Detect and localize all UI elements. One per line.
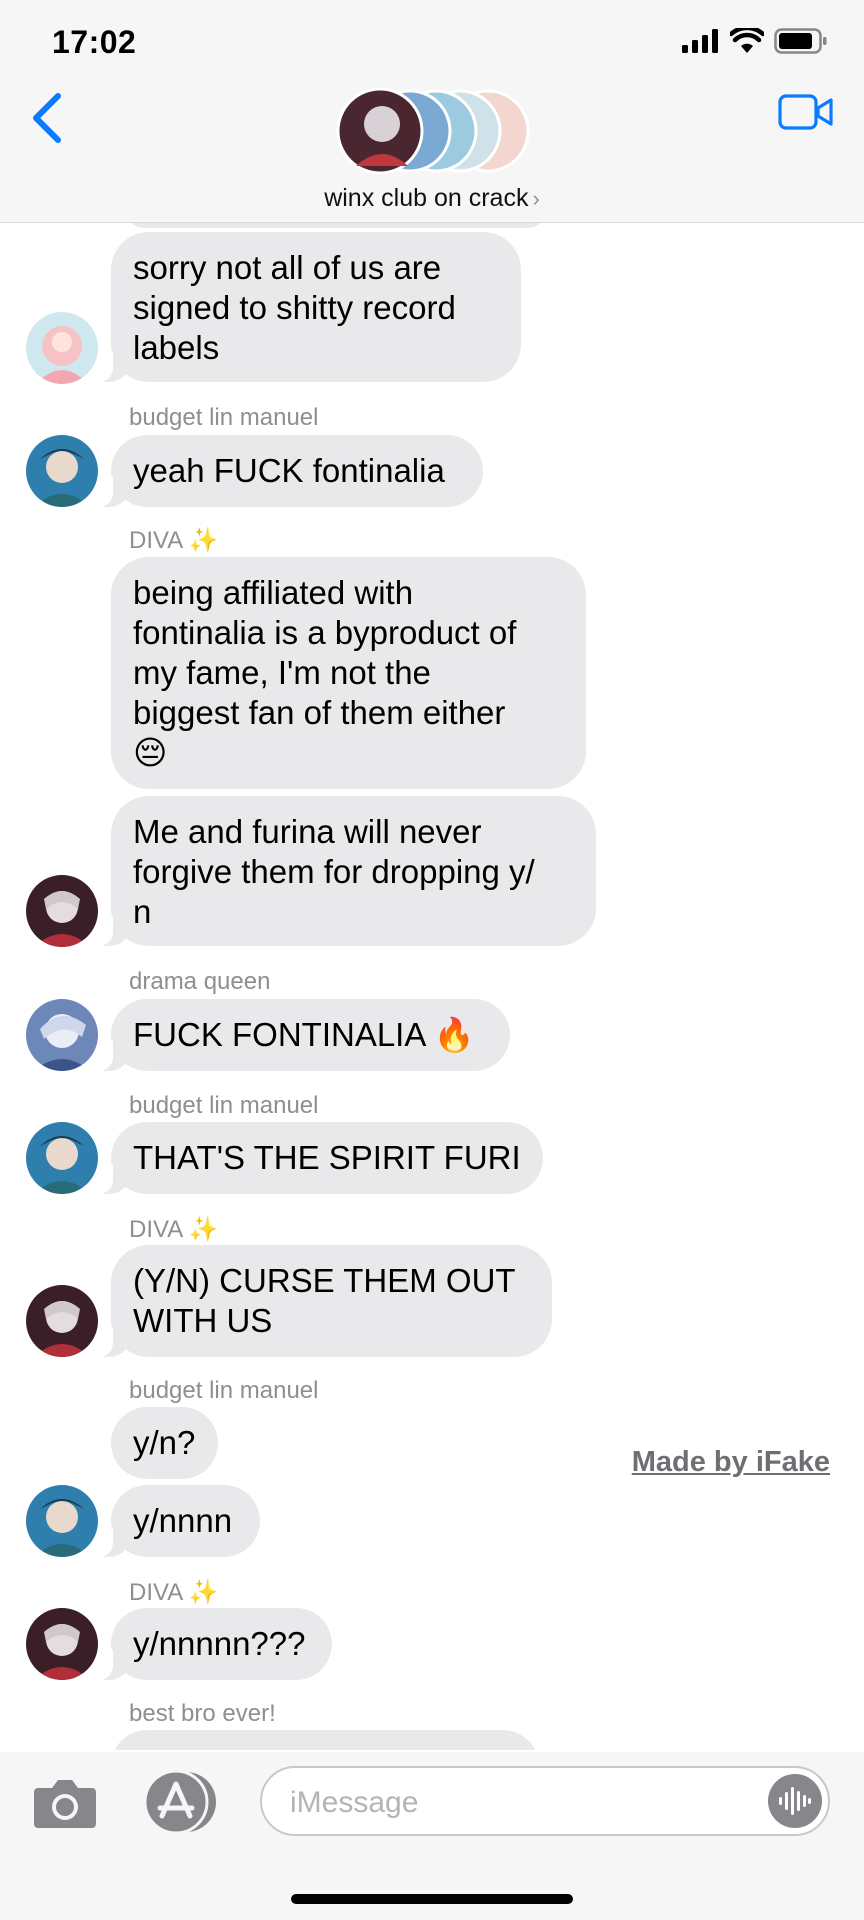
message-text: sorry not all of us are signed to shitty… (133, 249, 456, 366)
back-chevron-icon[interactable] (24, 88, 74, 148)
group-name-label: winx club on crack (324, 184, 529, 212)
sender-avatar[interactable] (26, 999, 98, 1071)
sender-name: DIVA ✨ (129, 1216, 219, 1243)
cellular-signal-icon (682, 29, 718, 53)
message-bubble[interactable]: Me and furina will never forgive them fo… (97, 796, 596, 946)
sender-avatar[interactable] (26, 312, 98, 384)
message-bubble[interactable]: y/nnnn (97, 1485, 260, 1557)
sender-avatar[interactable] (26, 1285, 98, 1357)
sender-name: budget lin manuel (129, 404, 319, 431)
sender-name: best bro ever! (129, 1700, 276, 1727)
video-camera-icon[interactable] (778, 92, 834, 132)
sender-avatar[interactable] (26, 875, 98, 947)
message-text: y/nnnnn??? (133, 1625, 306, 1662)
message-text: being affiliated with fontinalia is a by… (133, 574, 517, 771)
message-bubble[interactable]: (Y/N) CURSE THEM OUT WITH US (97, 1245, 552, 1357)
message-list[interactable]: sorry not all of us are signed to shitty… (0, 222, 864, 1750)
group-name[interactable]: winx club on crack › (0, 184, 864, 213)
message-text: yeah FUCK fontinalia (133, 452, 445, 489)
message-text: Me and furina will never forgive them fo… (133, 813, 535, 930)
message-bubble[interactable]: THAT'S THE SPIRIT FURI (97, 1122, 543, 1194)
sender-avatar[interactable] (26, 435, 98, 507)
watermark: Made by iFake (631, 1446, 830, 1478)
sender-name: drama queen (129, 968, 271, 995)
message-bubble[interactable]: y/nnnnn??? (97, 1608, 332, 1680)
app-store-icon[interactable] (140, 1770, 220, 1834)
message-text: y/nnnn (133, 1502, 233, 1539)
home-indicator[interactable] (291, 1894, 573, 1904)
message-bubble[interactable] (111, 1730, 539, 1750)
group-avatar-stack[interactable] (336, 86, 532, 176)
message-bubble[interactable]: being affiliated with fontinalia is a by… (111, 557, 586, 789)
message-text: (Y/N) CURSE THEM OUT WITH US (133, 1262, 516, 1339)
sender-name: budget lin manuel (129, 1377, 319, 1404)
audio-waveform-icon[interactable] (768, 1774, 822, 1828)
camera-icon[interactable] (32, 1774, 98, 1830)
sender-avatar[interactable] (26, 1608, 98, 1680)
message-text: THAT'S THE SPIRIT FURI (133, 1139, 521, 1176)
sender-name: DIVA ✨ (129, 527, 219, 554)
status-time: 17:02 (52, 24, 137, 60)
message-bubble[interactable]: sorry not all of us are signed to shitty… (97, 232, 521, 382)
message-text: y/n? (133, 1424, 196, 1461)
waveform-glyph (779, 1787, 811, 1815)
message-input-field[interactable] (260, 1766, 830, 1836)
battery-icon (774, 28, 827, 54)
status-icons (682, 28, 828, 54)
message-input[interactable] (288, 1782, 732, 1824)
wifi-icon (730, 28, 764, 53)
sender-avatar[interactable] (26, 1485, 98, 1557)
sender-avatar[interactable] (26, 1122, 98, 1194)
message-text: FUCK FONTINALIA 🔥 (133, 1016, 475, 1053)
sender-name: DIVA ✨ (129, 1579, 219, 1606)
message-bubble[interactable]: y/n? (111, 1407, 218, 1479)
sender-name: budget lin manuel (129, 1092, 319, 1119)
message-bubble[interactable]: yeah FUCK fontinalia (97, 435, 483, 507)
chevron-right-icon: › (532, 186, 540, 211)
conversation-header: 17:02 winx club on crack › (0, 0, 864, 223)
message-bubble[interactable]: FUCK FONTINALIA 🔥 (97, 999, 510, 1071)
